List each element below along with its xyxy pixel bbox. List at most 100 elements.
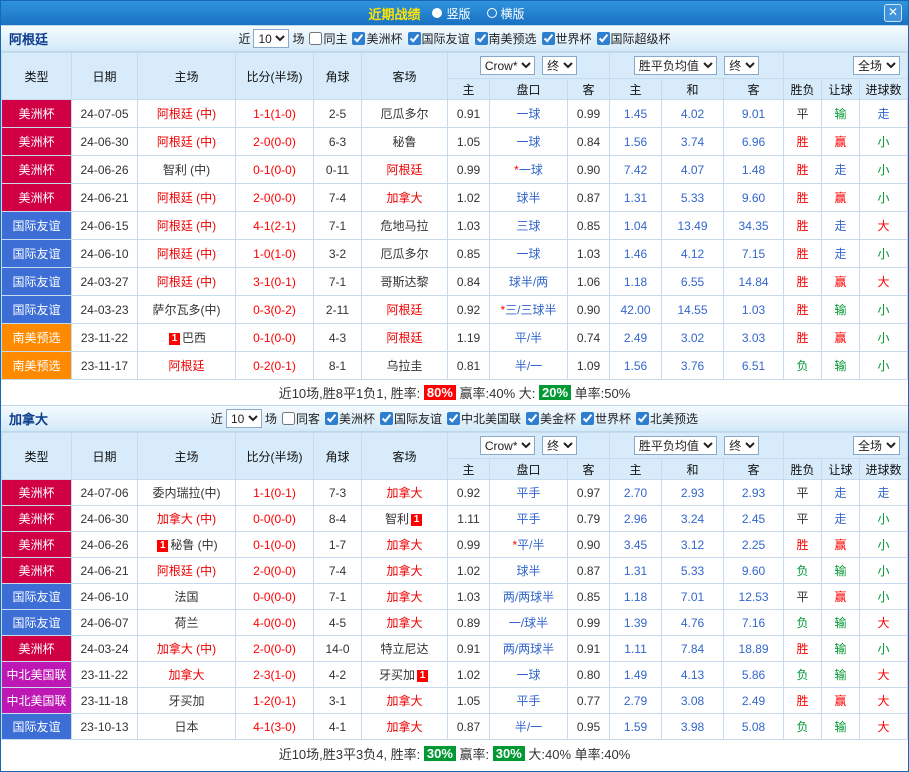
handicap-cell: *三/三球半 xyxy=(490,296,568,324)
home-team-cell: 委内瑞拉(中) xyxy=(138,480,236,506)
horizontal-radio-label: 横版 xyxy=(501,5,525,22)
team-name-text: 危地马拉 xyxy=(380,219,428,233)
date-cell: 24-06-10 xyxy=(72,240,138,268)
fulltime-select[interactable]: 全场 xyxy=(853,436,900,455)
away-avg-cell: 14.84 xyxy=(724,268,784,296)
close-button[interactable]: ✕ xyxy=(884,4,902,22)
col-header-goals: 进球数 xyxy=(860,79,908,100)
league-filter[interactable]: 美洲杯 xyxy=(352,30,402,47)
corner-cell: 2-11 xyxy=(314,296,362,324)
league-filter[interactable]: 南美预选 xyxy=(475,30,537,47)
match-row: 美洲杯24-06-30加拿大 (中)0-0(0-0)8-4智利11.11平手0.… xyxy=(2,506,908,532)
score-cell: 2-0(0-0) xyxy=(236,128,314,156)
league-filter[interactable]: 北美预选 xyxy=(636,410,698,427)
col-header-corner: 角球 xyxy=(314,53,362,100)
score-cell: 0-3(0-2) xyxy=(236,296,314,324)
date-cell: 24-06-30 xyxy=(72,506,138,532)
match-row: 美洲杯24-06-261秘鲁 (中)0-1(0-0)1-7加拿大0.99*平/半… xyxy=(2,532,908,558)
league-checkbox[interactable] xyxy=(475,32,488,45)
league-filter[interactable]: 中北美国联 xyxy=(447,410,521,427)
odds-company-select[interactable]: Crow* xyxy=(480,436,535,455)
handicap-result-cell: 走 xyxy=(822,240,860,268)
summary-chip: 30% xyxy=(493,746,525,761)
away-avg-cell: 3.03 xyxy=(724,324,784,352)
score-cell: 0-1(0-0) xyxy=(236,532,314,558)
corner-cell: 7-1 xyxy=(314,268,362,296)
league-cell: 美洲杯 xyxy=(2,156,72,184)
home-odds-cell: 0.85 xyxy=(448,240,490,268)
league-checkbox[interactable] xyxy=(581,412,594,425)
league-checkbox[interactable] xyxy=(447,412,460,425)
goals-result-cell: 小 xyxy=(860,506,908,532)
games-count-select[interactable]: 10 xyxy=(253,29,289,48)
league-filter[interactable]: 国际友谊 xyxy=(408,30,470,47)
away-team-cell: 阿根廷 xyxy=(362,296,448,324)
same-venue-label: 同客 xyxy=(296,410,320,427)
result-cell: 胜 xyxy=(784,240,822,268)
away-odds-cell: 0.85 xyxy=(568,584,610,610)
league-cell: 国际友谊 xyxy=(2,610,72,636)
home-avg-cell: 1.11 xyxy=(610,636,662,662)
col-header-away: 客场 xyxy=(362,433,448,480)
league-checkbox[interactable] xyxy=(542,32,555,45)
fulltime-select[interactable]: 全场 xyxy=(853,56,900,75)
avg-select[interactable]: 胜平负均值 xyxy=(634,56,717,75)
handicap-cell: 球半/两 xyxy=(490,268,568,296)
handicap-result-cell: 走 xyxy=(822,480,860,506)
away-odds-cell: 0.85 xyxy=(568,212,610,240)
vertical-layout-radio[interactable]: 竖版 xyxy=(432,5,470,22)
games-count-select[interactable]: 10 xyxy=(226,409,262,428)
avg-select[interactable]: 胜平负均值 xyxy=(634,436,717,455)
league-filter[interactable]: 世界杯 xyxy=(542,30,592,47)
league-checkbox[interactable] xyxy=(636,412,649,425)
corner-cell: 0-11 xyxy=(314,156,362,184)
handicap-cell: 两/两球半 xyxy=(490,584,568,610)
avg-final-select[interactable]: 终 xyxy=(724,436,759,455)
fulltime-select-cell: 全场 xyxy=(784,433,908,459)
league-checkbox[interactable] xyxy=(380,412,393,425)
home-odds-cell: 1.11 xyxy=(448,506,490,532)
match-row: 中北美国联23-11-18牙买加1-2(0-1)3-1加拿大1.05平手0.77… xyxy=(2,688,908,714)
odds-company-select[interactable]: Crow* xyxy=(480,56,535,75)
col-header-away-avg: 客 xyxy=(724,79,784,100)
same-venue-filter[interactable]: 同主 xyxy=(309,30,347,47)
goals-result-cell: 小 xyxy=(860,584,908,610)
league-checkbox[interactable] xyxy=(352,32,365,45)
league-checkbox[interactable] xyxy=(408,32,421,45)
handicap-cell: 球半 xyxy=(490,558,568,584)
league-filter-label: 国际超级杯 xyxy=(611,30,671,47)
team-name: 加拿大 xyxy=(9,409,48,428)
league-checkbox[interactable] xyxy=(325,412,338,425)
league-checkbox[interactable] xyxy=(526,412,539,425)
horizontal-layout-radio[interactable]: 横版 xyxy=(487,5,525,22)
date-cell: 24-03-27 xyxy=(72,268,138,296)
red-card-badge: 1 xyxy=(169,333,180,345)
odds-final-select[interactable]: 终 xyxy=(542,56,577,75)
same-venue-checkbox[interactable] xyxy=(309,32,322,45)
league-filter[interactable]: 世界杯 xyxy=(581,410,631,427)
home-team-cell: 加拿大 (中) xyxy=(138,506,236,532)
result-cell: 平 xyxy=(784,100,822,128)
result-cell: 胜 xyxy=(784,156,822,184)
home-odds-cell: 0.91 xyxy=(448,100,490,128)
odds-final-select[interactable]: 终 xyxy=(542,436,577,455)
same-venue-checkbox[interactable] xyxy=(282,412,295,425)
corner-cell: 3-1 xyxy=(314,688,362,714)
league-filter[interactable]: 美金杯 xyxy=(526,410,576,427)
avg-final-select[interactable]: 终 xyxy=(724,56,759,75)
home-avg-cell: 42.00 xyxy=(610,296,662,324)
team-name-text: 巴西 xyxy=(182,331,206,345)
result-cell: 负 xyxy=(784,558,822,584)
handicap-result-cell: 走 xyxy=(822,506,860,532)
near-label: 近 xyxy=(211,410,223,427)
league-filter[interactable]: 国际超级杯 xyxy=(597,30,671,47)
league-filter[interactable]: 美洲杯 xyxy=(325,410,375,427)
league-filter[interactable]: 国际友谊 xyxy=(380,410,442,427)
col-header-away-avg: 客 xyxy=(724,459,784,480)
same-venue-filter[interactable]: 同客 xyxy=(282,410,320,427)
goals-result-cell: 小 xyxy=(860,296,908,324)
home-avg-cell: 1.56 xyxy=(610,128,662,156)
summary-chip: 80% xyxy=(424,385,456,400)
handicap-cell: 一球 xyxy=(490,240,568,268)
league-checkbox[interactable] xyxy=(597,32,610,45)
